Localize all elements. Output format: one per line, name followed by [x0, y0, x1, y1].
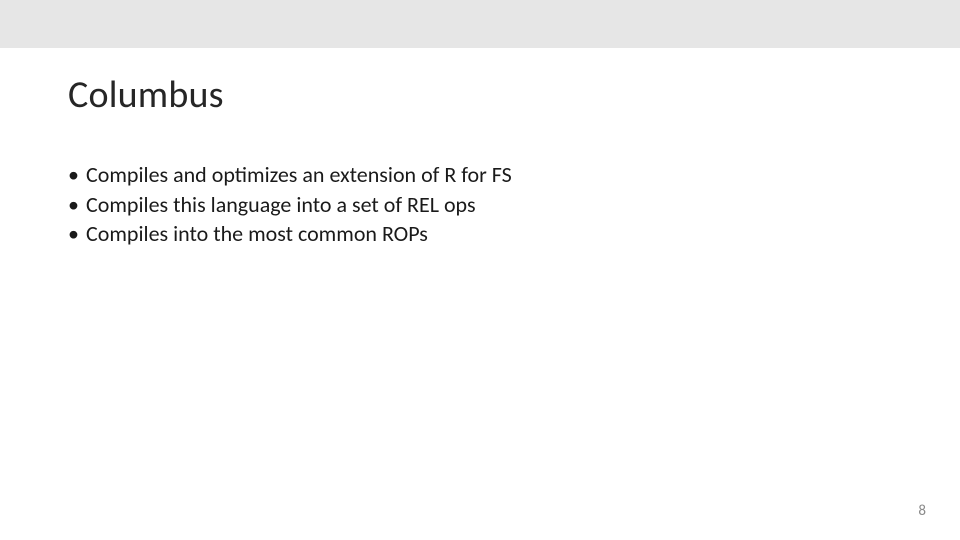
slide-content: Columbus Compiles and optimizes an exten… [0, 48, 960, 249]
page-number: 8 [918, 502, 926, 520]
slide-title: Columbus [68, 72, 892, 118]
bullet-item: Compiles and optimizes an extension of R… [68, 160, 892, 190]
bullet-list: Compiles and optimizes an extension of R… [68, 160, 892, 249]
bullet-item: Compiles this language into a set of REL… [68, 190, 892, 220]
bullet-item: Compiles into the most common ROPs [68, 219, 892, 249]
header-band [0, 0, 960, 48]
